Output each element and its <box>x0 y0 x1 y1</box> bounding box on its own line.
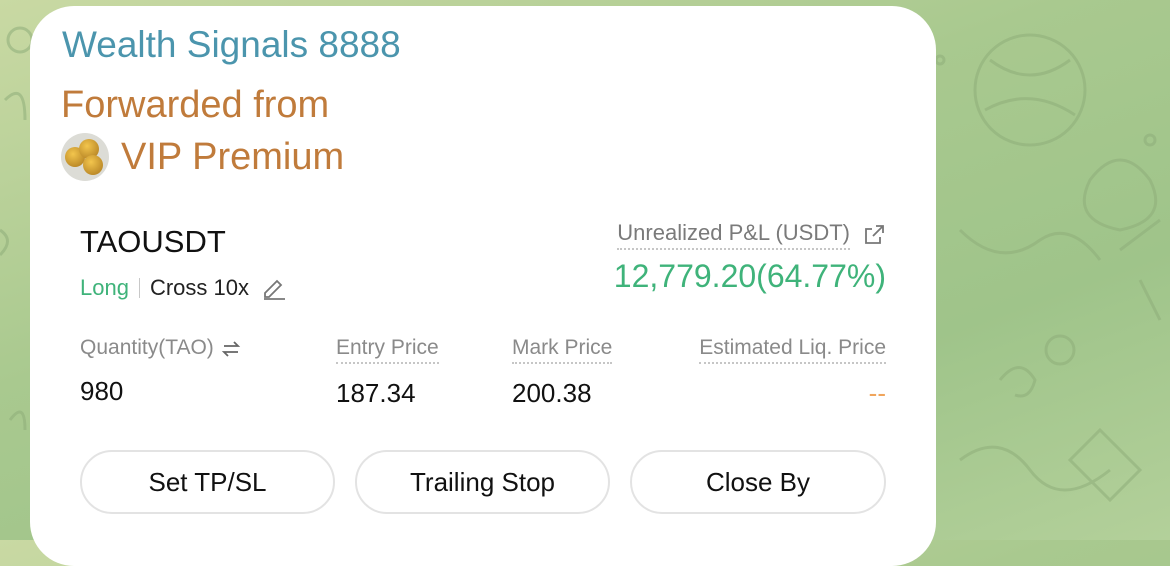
margin-mode: Cross 10x <box>149 275 249 300</box>
stat-label: Estimated Liq. Price <box>699 336 886 364</box>
stat-entry-price: Entry Price 187.34 <box>336 336 439 409</box>
stat-liq-price: Estimated Liq. Price -- <box>699 336 886 409</box>
stat-label: Entry Price <box>336 336 439 364</box>
sender-name[interactable]: Wealth Signals 8888 <box>62 24 401 66</box>
forwarded-label: Forwarded from <box>61 84 330 126</box>
stat-quantity-label-row: Quantity(TAO) <box>80 336 242 362</box>
divider <box>138 278 140 298</box>
stat-quantity: Quantity(TAO) 980 <box>80 336 242 407</box>
trailing-stop-button[interactable]: Trailing Stop <box>355 450 610 514</box>
close-by-button[interactable]: Close By <box>630 450 886 514</box>
stat-value: 980 <box>80 376 124 406</box>
swap-arrows-icon[interactable] <box>220 338 242 360</box>
stat-mark-label-row: Mark Price <box>512 336 613 364</box>
stat-label: Quantity(TAO) <box>80 336 214 359</box>
coin-avatar-icon[interactable] <box>61 133 109 181</box>
pnl-value: 12,779.20(64.77%) <box>613 258 886 294</box>
position-symbol: TAOUSDT <box>80 224 226 259</box>
stat-mark-price: Mark Price 200.38 <box>512 336 613 409</box>
stat-value: 200.38 <box>512 378 592 408</box>
pnl-label-text: Unrealized P&L (USDT) <box>617 220 850 250</box>
stat-label: Mark Price <box>512 336 613 364</box>
share-external-icon[interactable] <box>862 223 886 247</box>
edit-pencil-icon[interactable] <box>261 276 287 300</box>
stat-liq-label-row: Estimated Liq. Price <box>699 336 886 364</box>
pnl-label: Unrealized P&L (USDT) <box>617 220 886 250</box>
stat-value: -- <box>868 378 886 408</box>
forwarded-source-name[interactable]: VIP Premium <box>121 136 344 179</box>
forwarded-source[interactable]: VIP Premium <box>61 133 344 181</box>
stat-entry-label-row: Entry Price <box>336 336 439 364</box>
stat-value: 187.34 <box>336 378 416 408</box>
set-tpsl-button[interactable]: Set TP/SL <box>80 450 335 514</box>
side-badge: Long <box>80 275 129 300</box>
position-tags: Long Cross 10x <box>80 275 287 301</box>
